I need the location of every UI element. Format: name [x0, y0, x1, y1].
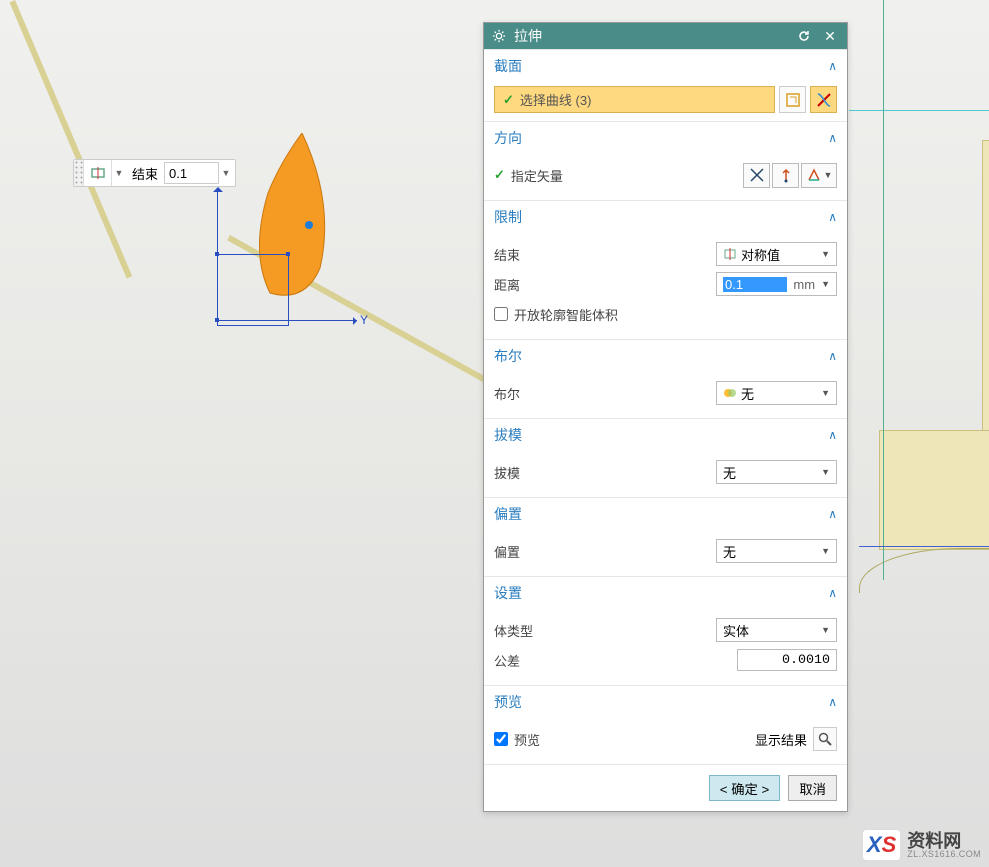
dropdown-caret[interactable]: ▼: [221, 168, 235, 178]
selection-point: [305, 221, 313, 229]
tolerance-input[interactable]: [737, 649, 837, 671]
show-result-label: 显示结果: [755, 730, 807, 749]
flyout-value-input[interactable]: [164, 162, 219, 184]
watermark-logo: XS: [862, 829, 901, 861]
draft-select[interactable]: 无 ▼: [716, 460, 837, 484]
geometry-line: [9, 0, 132, 278]
reset-icon[interactable]: [795, 27, 813, 45]
body-type-select[interactable]: 实体 ▼: [716, 618, 837, 642]
dialog-footer: < 确定 > 取消: [484, 764, 847, 811]
dropdown-caret-icon: ▼: [821, 388, 830, 398]
section-header-direction[interactable]: 方向 ∧: [484, 121, 847, 154]
axis-hint: [849, 110, 989, 111]
symmetric-value-icon: [723, 247, 737, 261]
reverse-vector-icon[interactable]: [743, 163, 770, 188]
dropdown-caret[interactable]: ▼: [112, 168, 126, 178]
chevron-up-icon: ∧: [828, 428, 837, 442]
geometry-curve: [859, 548, 989, 593]
magnifier-icon: [817, 731, 833, 747]
none-icon: [723, 386, 737, 400]
axis-hint: [883, 0, 884, 580]
section-header-preview[interactable]: 预览 ∧: [484, 685, 847, 718]
dropdown-caret-icon: ▼: [821, 467, 830, 477]
cancel-button[interactable]: 取消: [788, 775, 837, 801]
flyout-label: 结束: [126, 164, 164, 183]
vector-menu-icon[interactable]: ▼: [801, 163, 837, 188]
select-curve-field[interactable]: ✓ 选择曲线 (3): [494, 86, 775, 113]
preview-checkbox[interactable]: 预览: [494, 730, 540, 749]
dimension-flyout[interactable]: ▼ 结束 ▼: [73, 159, 236, 187]
chevron-up-icon: ∧: [828, 210, 837, 224]
marker: [286, 252, 290, 256]
dropdown-caret-icon: ▼: [821, 249, 830, 259]
geometry-block: [982, 140, 989, 435]
offset-select[interactable]: 无 ▼: [716, 539, 837, 563]
chevron-up-icon: ∧: [828, 586, 837, 600]
distance-input[interactable]: mm ▼: [716, 272, 837, 296]
open-contour-checkbox[interactable]: 开放轮廓智能体积: [494, 305, 618, 324]
dialog-titlebar[interactable]: 拉伸 ✕: [484, 23, 847, 49]
dialog-title: 拉伸: [514, 26, 787, 46]
chevron-up-icon: ∧: [828, 131, 837, 145]
sketch-icon[interactable]: [779, 86, 806, 113]
section-header-offset[interactable]: 偏置 ∧: [484, 497, 847, 530]
extrude-dialog: 拉伸 ✕ 截面 ∧ ✓ 选择曲线 (3) 方向 ∧ ✓ 指定矢量: [483, 22, 848, 812]
geometry-block: [879, 430, 989, 550]
check-icon: ✓: [494, 167, 505, 183]
dropdown-caret-icon: ▼: [821, 546, 830, 556]
dropdown-caret-icon: ▼: [821, 279, 830, 289]
section-header-limits[interactable]: 限制 ∧: [484, 200, 847, 233]
check-icon: ✓: [503, 92, 514, 108]
chevron-up-icon: ∧: [828, 695, 837, 709]
axis-line: [217, 320, 357, 321]
coord-rectangle: [217, 254, 289, 326]
chevron-up-icon: ∧: [828, 507, 837, 521]
section-header-profile[interactable]: 截面 ∧: [484, 49, 847, 82]
dropdown-caret-icon: ▼: [821, 625, 830, 635]
chevron-up-icon: ∧: [828, 349, 837, 363]
drag-handle[interactable]: [74, 160, 84, 186]
curve-rule-icon[interactable]: [810, 86, 837, 113]
inferred-vector-icon[interactable]: [772, 163, 799, 188]
ok-button[interactable]: < 确定 >: [709, 775, 781, 801]
origin-marker: [215, 318, 219, 322]
close-icon[interactable]: ✕: [821, 27, 839, 45]
section-header-settings[interactable]: 设置 ∧: [484, 576, 847, 609]
section-header-draft[interactable]: 拔模 ∧: [484, 418, 847, 451]
chevron-up-icon: ∧: [828, 59, 837, 73]
gear-icon: [492, 29, 506, 43]
end-type-select[interactable]: 对称值 ▼: [716, 242, 837, 266]
axis-label-y: Y: [360, 313, 368, 327]
axis-hint: [859, 546, 989, 547]
show-result-button[interactable]: [813, 727, 837, 751]
boolean-select[interactable]: 无 ▼: [716, 381, 837, 405]
watermark: XS 资料网 ZL.XS1616.COM: [862, 829, 981, 861]
symmetric-icon[interactable]: [84, 160, 112, 186]
section-header-boolean[interactable]: 布尔 ∧: [484, 339, 847, 372]
marker: [215, 252, 219, 256]
